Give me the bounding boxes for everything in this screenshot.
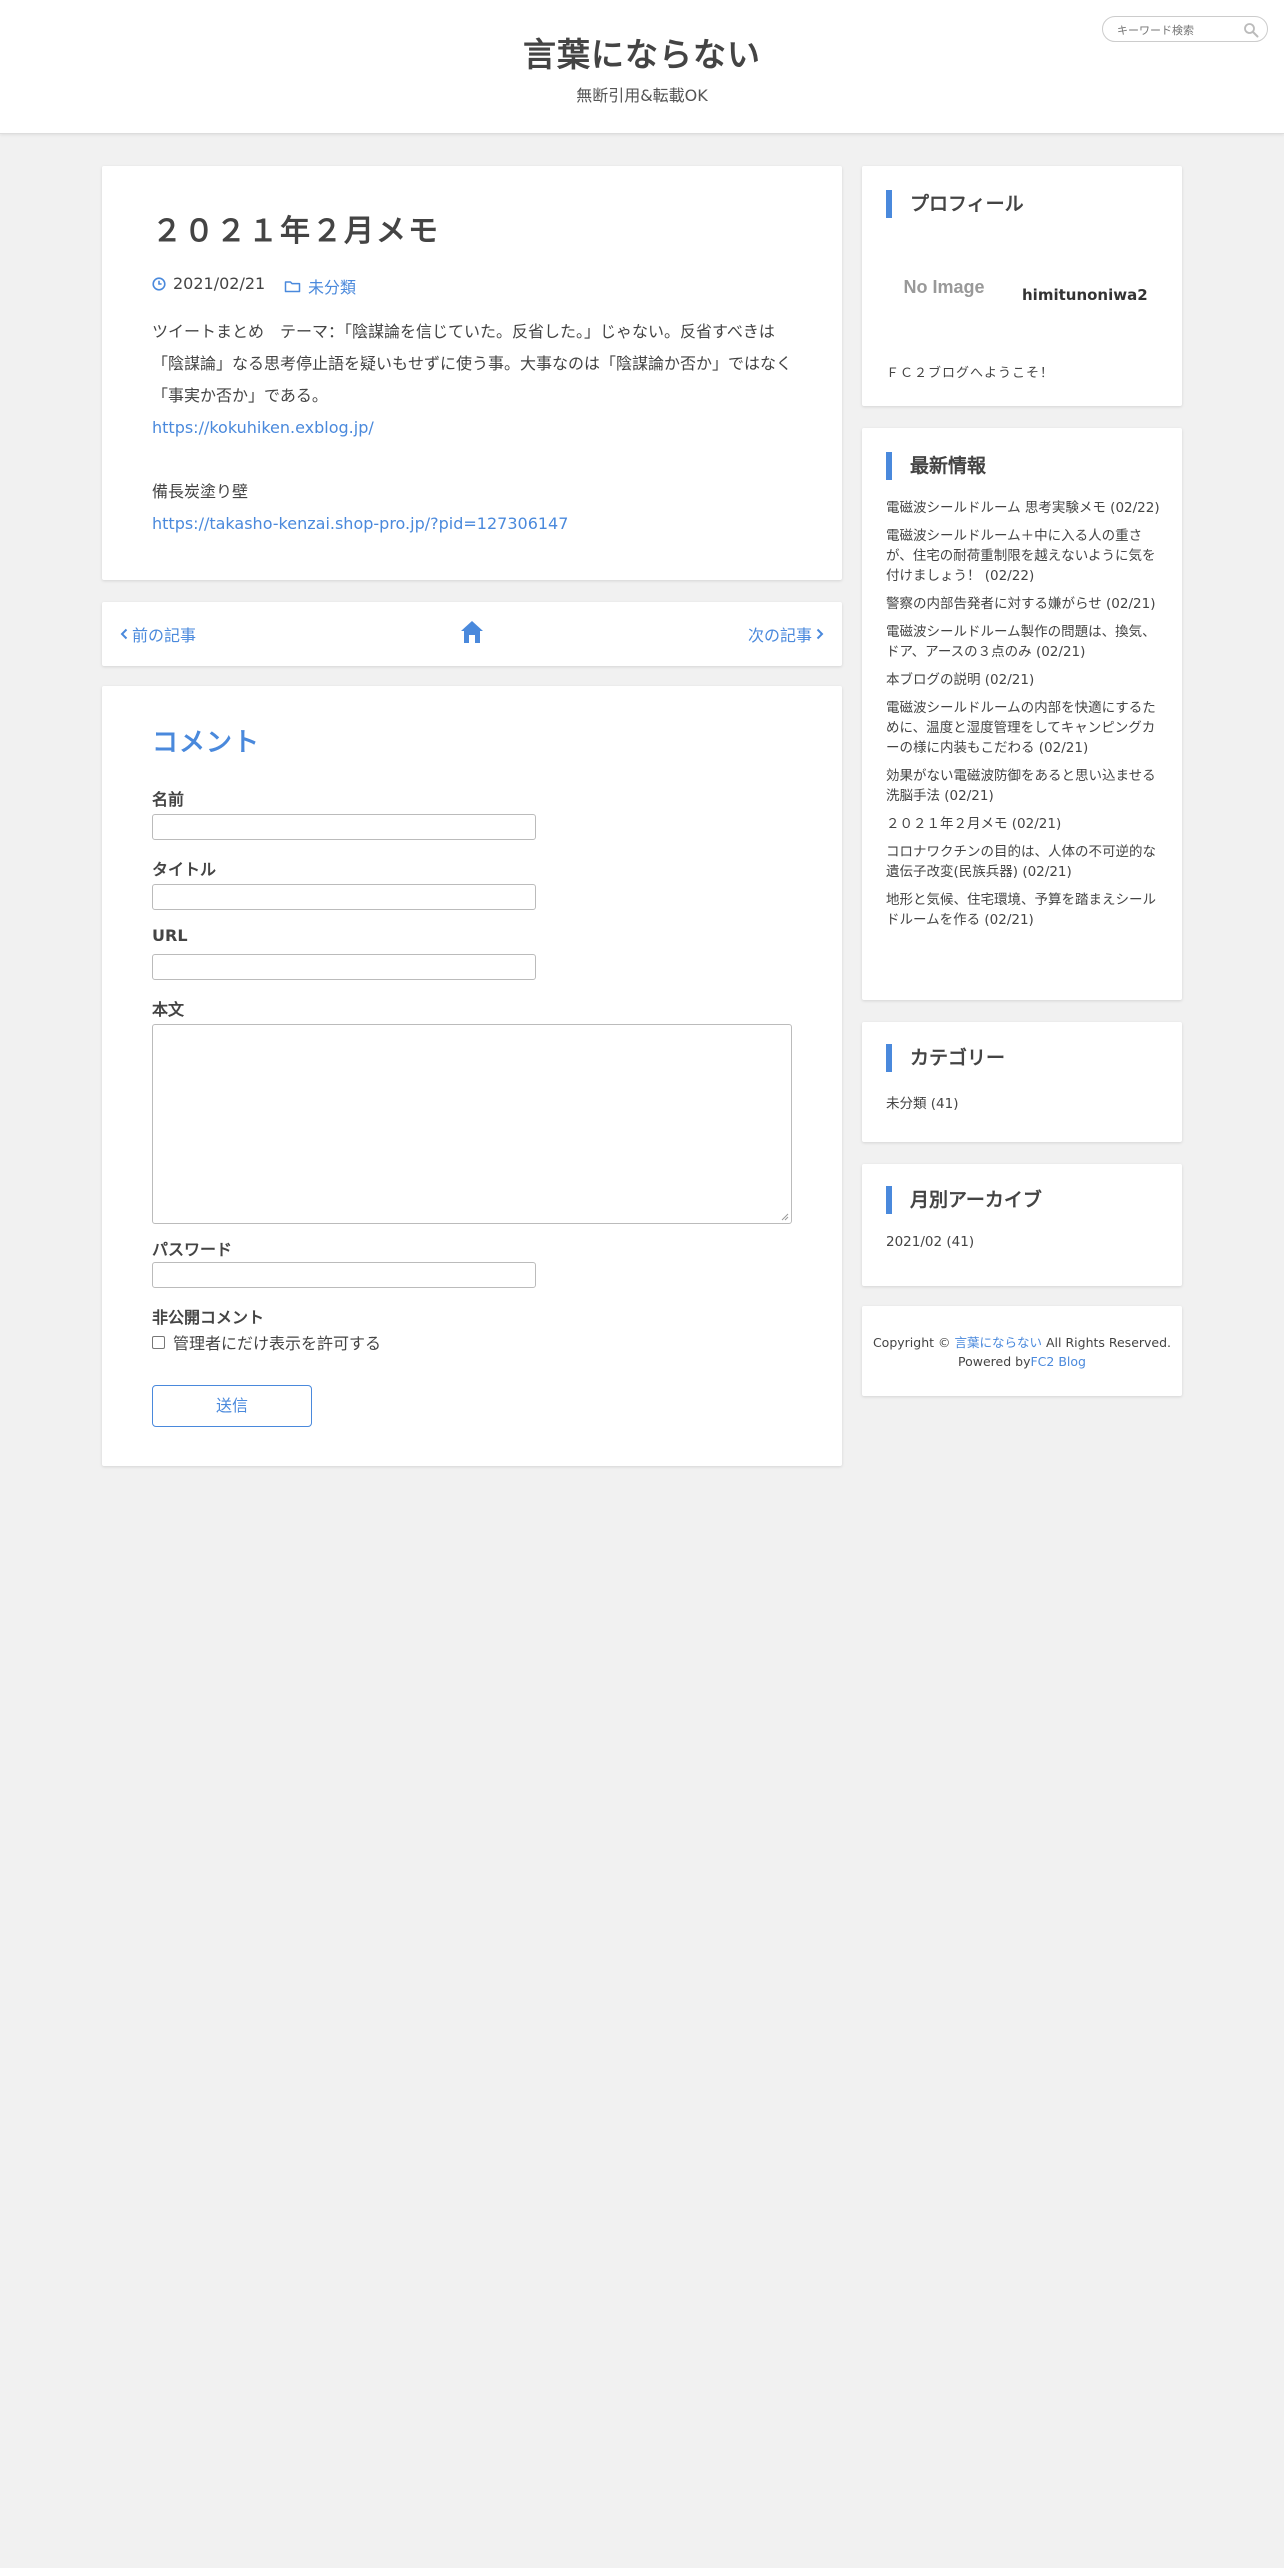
article-title: ２０２１年２月メモ [152, 214, 440, 249]
category-item[interactable]: 未分類 (41) [886, 1092, 959, 1112]
search-input[interactable] [1117, 21, 1237, 39]
avatar: No Image [903, 277, 984, 297]
body-label: 本文 [152, 1000, 185, 1019]
password-field[interactable] [152, 1262, 536, 1288]
recent-post-item[interactable]: 電磁波シールドルーム 思考実験メモ (02/22) [886, 498, 1166, 518]
chevron-right-icon [816, 628, 824, 640]
next-post-link[interactable]: 次の記事 [748, 622, 824, 646]
name-field[interactable] [152, 814, 536, 840]
article-link[interactable]: https://takasho-kenzai.shop-pro.jp/?pid=… [152, 514, 568, 533]
site-title[interactable]: 言葉にならない [0, 28, 1284, 76]
clock-icon [152, 276, 166, 291]
name-label: 名前 [152, 790, 185, 809]
recent-post-item[interactable]: 電磁波シールドルーム製作の問題は、換気、ドア、アースの３点のみ (02/21) [886, 622, 1166, 662]
powered-by-line: Powered byFC2 Blog [862, 1354, 1182, 1369]
article-link[interactable]: https://kokuhiken.exblog.jp/ [152, 418, 374, 437]
site-header: 言葉にならない 無断引用&転載OK [0, 0, 1284, 134]
url-field[interactable] [152, 954, 536, 980]
title-label: タイトル [152, 860, 217, 879]
categories-title: カテゴリー [886, 1044, 1005, 1072]
folder-icon [284, 281, 301, 293]
profile-title: プロフィール [886, 190, 1024, 218]
comment-form: コメント 名前 タイトル URL 本文 パスワード 非公開コメント 管理者にだけ… [102, 686, 842, 1466]
private-option: 管理者にだけ表示を許可する [152, 1330, 381, 1354]
prev-post-label: 前の記事 [132, 626, 197, 645]
private-checkbox-label[interactable]: 管理者にだけ表示を許可する [173, 1330, 381, 1354]
password-label: パスワード [152, 1240, 233, 1259]
profile-message: ＦＣ２ブログへようこそ！ [886, 366, 1055, 381]
copyright-suffix: All Rights Reserved. [1046, 1335, 1172, 1350]
recent-post-item[interactable]: 地形と気候、住宅環境、予算を踏まえシールドルームを作る (02/21) [886, 890, 1166, 930]
fc2-blog-link[interactable]: FC2 Blog [1030, 1354, 1085, 1369]
url-label: URL [152, 926, 188, 945]
article-paragraph: 備長炭塗り壁 [152, 482, 249, 501]
article-date: 2021/02/21 [152, 274, 265, 293]
resize-grip-icon[interactable] [781, 1213, 789, 1221]
copyright-prefix: Copyright © [872, 1335, 951, 1350]
private-checkbox[interactable] [152, 1335, 165, 1349]
no-image-text: No Image [903, 277, 984, 297]
recent-posts-list: 電磁波シールドルーム 思考実験メモ (02/22) 電磁波シールドルーム＋中に入… [886, 498, 1166, 938]
article-category[interactable]: 未分類 [284, 274, 356, 298]
recent-post-item[interactable]: コロナワクチンの目的は、人体の不可逆的な遺伝子改変(民族兵器) (02/21) [886, 842, 1166, 882]
recent-post-item[interactable]: 効果がない電磁波防御をあると思い込ませる洗脳手法 (02/21) [886, 766, 1166, 806]
site-description: 無断引用&転載OK [576, 86, 708, 105]
archive-widget: 月別アーカイブ 2021/02 (41) [862, 1164, 1182, 1286]
categories-widget: カテゴリー 未分類 (41) [862, 1022, 1182, 1142]
profile-name: himitunoniwa2 [1022, 286, 1148, 304]
private-label: 非公開コメント [152, 1308, 265, 1327]
home-icon[interactable] [458, 618, 486, 646]
recent-post-item[interactable]: 警察の内部告発者に対する嫌がらせ (02/21) [886, 594, 1166, 614]
body-textarea[interactable] [152, 1024, 792, 1224]
article-category-link[interactable]: 未分類 [308, 274, 356, 298]
comment-heading: コメント [152, 728, 261, 758]
recent-posts-widget: 最新情報 電磁波シールドルーム 思考実験メモ (02/22) 電磁波シールドルー… [862, 428, 1182, 1000]
article-date-text: 2021/02/21 [173, 274, 266, 293]
title-field[interactable] [152, 884, 536, 910]
recent-post-item[interactable]: 電磁波シールドルームの内部を快適にするために、温度と湿度管理をしてキャンピングカ… [886, 698, 1166, 758]
recent-post-item[interactable]: ２０２１年２月メモ (02/21) [886, 814, 1166, 834]
archive-title: 月別アーカイブ [886, 1186, 1042, 1214]
chevron-left-icon [120, 628, 128, 640]
archive-item[interactable]: 2021/02 (41) [886, 1234, 974, 1250]
post-pager: 前の記事 次の記事 [102, 602, 842, 666]
profile-widget: プロフィール No Image himitunoniwa2 ＦＣ２ブログへようこ… [862, 166, 1182, 406]
prev-post-link[interactable]: 前の記事 [120, 622, 196, 646]
search-icon[interactable] [1243, 22, 1259, 38]
submit-button[interactable]: 送信 [152, 1385, 312, 1427]
next-post-label: 次の記事 [747, 626, 812, 645]
article-paragraph: ツイートまとめ テーマ：「陰謀論を信じていた。反省した。」じゃない。反省すべきは… [152, 322, 793, 405]
copyright-widget: Copyright © 言葉にならない All Rights Reserved.… [862, 1306, 1182, 1396]
recent-post-item[interactable]: 本ブログの説明 (02/21) [886, 670, 1166, 690]
article-body: ツイートまとめ テーマ：「陰謀論を信じていた。反省した。」じゃない。反省すべきは… [152, 316, 797, 540]
site-link[interactable]: 言葉にならない [955, 1335, 1043, 1350]
search-box[interactable] [1102, 16, 1268, 42]
powered-by-text: Powered by [958, 1354, 1031, 1369]
copyright-line: Copyright © 言葉にならない All Rights Reserved. [862, 1332, 1182, 1351]
article-card: ２０２１年２月メモ 2021/02/21 未分類 ツイートまとめ テーマ：「陰謀… [102, 166, 842, 580]
recent-title: 最新情報 [886, 452, 986, 480]
recent-post-item[interactable]: 電磁波シールドルーム＋中に入る人の重さが、住宅の耐荷重制限を越えないように気を付… [886, 526, 1166, 586]
